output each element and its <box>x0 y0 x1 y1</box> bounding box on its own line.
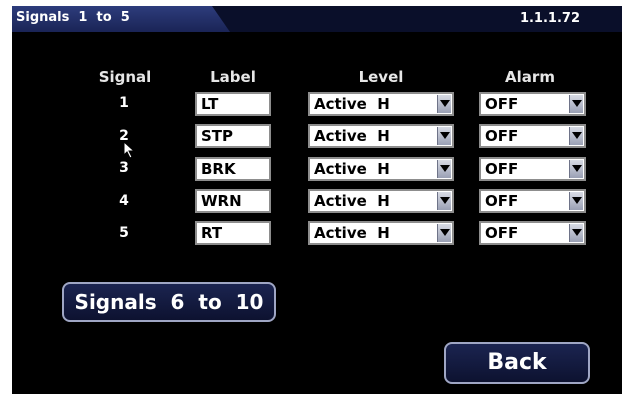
level-value: Active H <box>314 95 390 113</box>
column-header-label: Label <box>210 68 256 86</box>
level-value: Active H <box>314 224 390 242</box>
alarm-select[interactable]: OFF <box>479 124 586 148</box>
level-select[interactable]: Active H <box>308 157 454 181</box>
label-field[interactable]: LT <box>195 92 271 116</box>
label-field[interactable]: BRK <box>195 157 271 181</box>
chevron-down-icon[interactable] <box>569 160 583 178</box>
chevron-down-icon[interactable] <box>437 160 451 178</box>
alarm-value: OFF <box>485 95 519 113</box>
label-field[interactable]: STP <box>195 124 271 148</box>
version-label: 1.1.1.72 <box>519 11 580 26</box>
column-header-alarm: Alarm <box>505 68 555 86</box>
signal-number: 4 <box>119 193 129 209</box>
chevron-down-icon[interactable] <box>437 127 451 145</box>
signal-number: 3 <box>119 160 129 176</box>
column-header-level: Level <box>358 68 404 86</box>
level-select[interactable]: Active H <box>308 92 454 116</box>
level-select[interactable]: Active H <box>308 189 454 213</box>
alarm-select[interactable]: OFF <box>479 221 586 245</box>
signal-number: 1 <box>119 95 129 111</box>
signals-screen: Signals 1 to 5 1.1.1.72 Signal Label Lev… <box>12 6 622 394</box>
chevron-down-icon[interactable] <box>569 95 583 113</box>
column-header-signal: Signal <box>98 68 152 86</box>
mouse-pointer-icon <box>123 141 136 159</box>
chevron-down-icon[interactable] <box>569 192 583 210</box>
signals-6-to-10-button[interactable]: Signals 6 to 10 <box>62 282 276 322</box>
label-field[interactable]: WRN <box>195 189 271 213</box>
alarm-select[interactable]: OFF <box>479 157 586 181</box>
signal-number: 5 <box>119 225 129 241</box>
alarm-value: OFF <box>485 127 519 145</box>
page-title: Signals 1 to 5 <box>16 10 130 25</box>
alarm-select[interactable]: OFF <box>479 189 586 213</box>
alarm-value: OFF <box>485 224 519 242</box>
chevron-down-icon[interactable] <box>437 224 451 242</box>
level-value: Active H <box>314 127 390 145</box>
alarm-value: OFF <box>485 192 519 210</box>
level-select[interactable]: Active H <box>308 124 454 148</box>
level-value: Active H <box>314 192 390 210</box>
title-bar: Signals 1 to 5 1.1.1.72 <box>12 6 622 32</box>
alarm-select[interactable]: OFF <box>479 92 586 116</box>
chevron-down-icon[interactable] <box>437 192 451 210</box>
label-field[interactable]: RT <box>195 221 271 245</box>
alarm-value: OFF <box>485 160 519 178</box>
back-button[interactable]: Back <box>444 342 590 384</box>
level-select[interactable]: Active H <box>308 221 454 245</box>
level-value: Active H <box>314 160 390 178</box>
chevron-down-icon[interactable] <box>569 224 583 242</box>
chevron-down-icon[interactable] <box>437 95 451 113</box>
chevron-down-icon[interactable] <box>569 127 583 145</box>
